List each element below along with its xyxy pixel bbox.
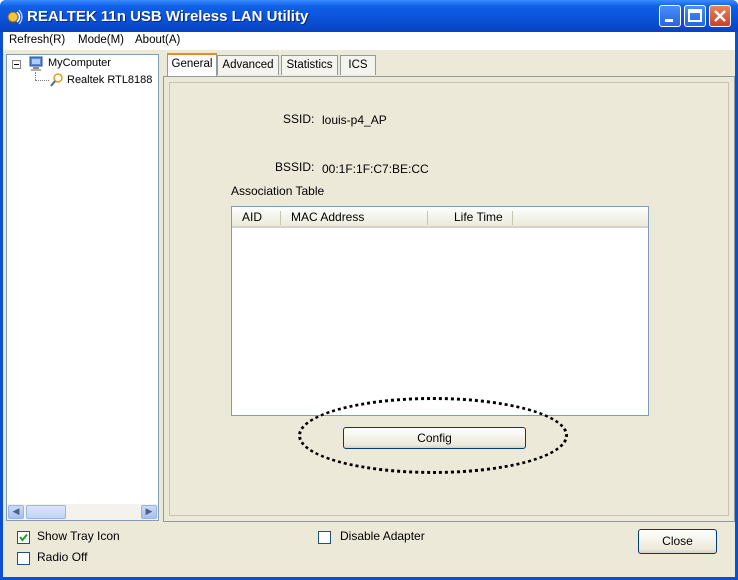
ssid-value: louis-p4_AP [322,113,387,127]
menu-about[interactable]: About(A) [135,34,180,46]
config-button[interactable]: Config [343,427,526,449]
association-table-header: AID MAC Address Life Time [232,207,648,228]
minimize-icon [665,19,673,22]
radio-off-label: Radio Off [37,550,88,564]
menu-refresh[interactable]: Refresh(R) [9,34,65,46]
computer-icon [29,56,43,71]
bssid-value: 00:1F:1F:C7:BE:CC [322,162,429,176]
chevron-left-icon: ◀ [12,507,20,517]
tab-statistics[interactable]: Statistics [281,55,338,75]
tree-line [35,72,36,80]
tab-ics[interactable]: ICS [340,55,376,75]
maximize-button[interactable] [684,5,706,27]
wireless-adapter-icon [50,73,63,87]
scroll-left-button[interactable]: ◀ [8,505,24,519]
tab-advanced[interactable]: Advanced [217,55,279,75]
window-title: REALTEK 11n USB Wireless LAN Utility [27,8,309,25]
column-mac-address[interactable]: MAC Address [291,210,364,224]
tree-horizontal-scrollbar[interactable]: ◀ ▶ [6,504,159,521]
bssid-label: BSSID: [275,160,315,174]
column-life-time[interactable]: Life Time [454,210,503,224]
disable-adapter-label: Disable Adapter [340,529,425,543]
close-button[interactable]: Close [638,529,717,554]
column-aid[interactable]: AID [242,210,262,224]
association-table-label: Association Table [231,184,325,198]
close-window-button[interactable] [709,5,731,27]
menu-bar: Refresh(R) Mode(M) About(A) [3,32,735,50]
minimize-button[interactable] [659,5,681,27]
ssid-label: SSID: [283,112,315,126]
scroll-right-button[interactable]: ▶ [141,505,157,519]
chevron-right-icon: ▶ [145,507,153,517]
title-bar[interactable]: REALTEK 11n USB Wireless LAN Utility [0,0,738,32]
column-separator[interactable] [427,211,428,225]
device-tree[interactable]: MyComputer Realtek RTL8188 [6,54,159,521]
radio-off-checkbox[interactable] [17,552,30,565]
tree-item-realtek[interactable]: Realtek RTL8188 [67,74,152,86]
column-separator[interactable] [280,211,281,225]
tree-collapse-toggle[interactable] [12,60,21,69]
show-tray-icon-checkbox[interactable] [17,531,30,544]
menu-mode[interactable]: Mode(M) [78,34,124,46]
association-table[interactable]: AID MAC Address Life Time [231,206,649,416]
column-separator[interactable] [512,211,513,225]
tree-line [35,80,49,81]
tab-general[interactable]: General [167,53,217,76]
wireless-app-icon [7,9,23,25]
scroll-thumb[interactable] [26,505,66,519]
disable-adapter-checkbox[interactable] [318,531,331,544]
checkmark-icon [19,533,28,542]
maximize-icon [688,9,702,22]
close-icon [714,10,726,22]
show-tray-icon-label: Show Tray Icon [37,529,120,543]
tree-item-mycomputer[interactable]: MyComputer [48,57,111,69]
